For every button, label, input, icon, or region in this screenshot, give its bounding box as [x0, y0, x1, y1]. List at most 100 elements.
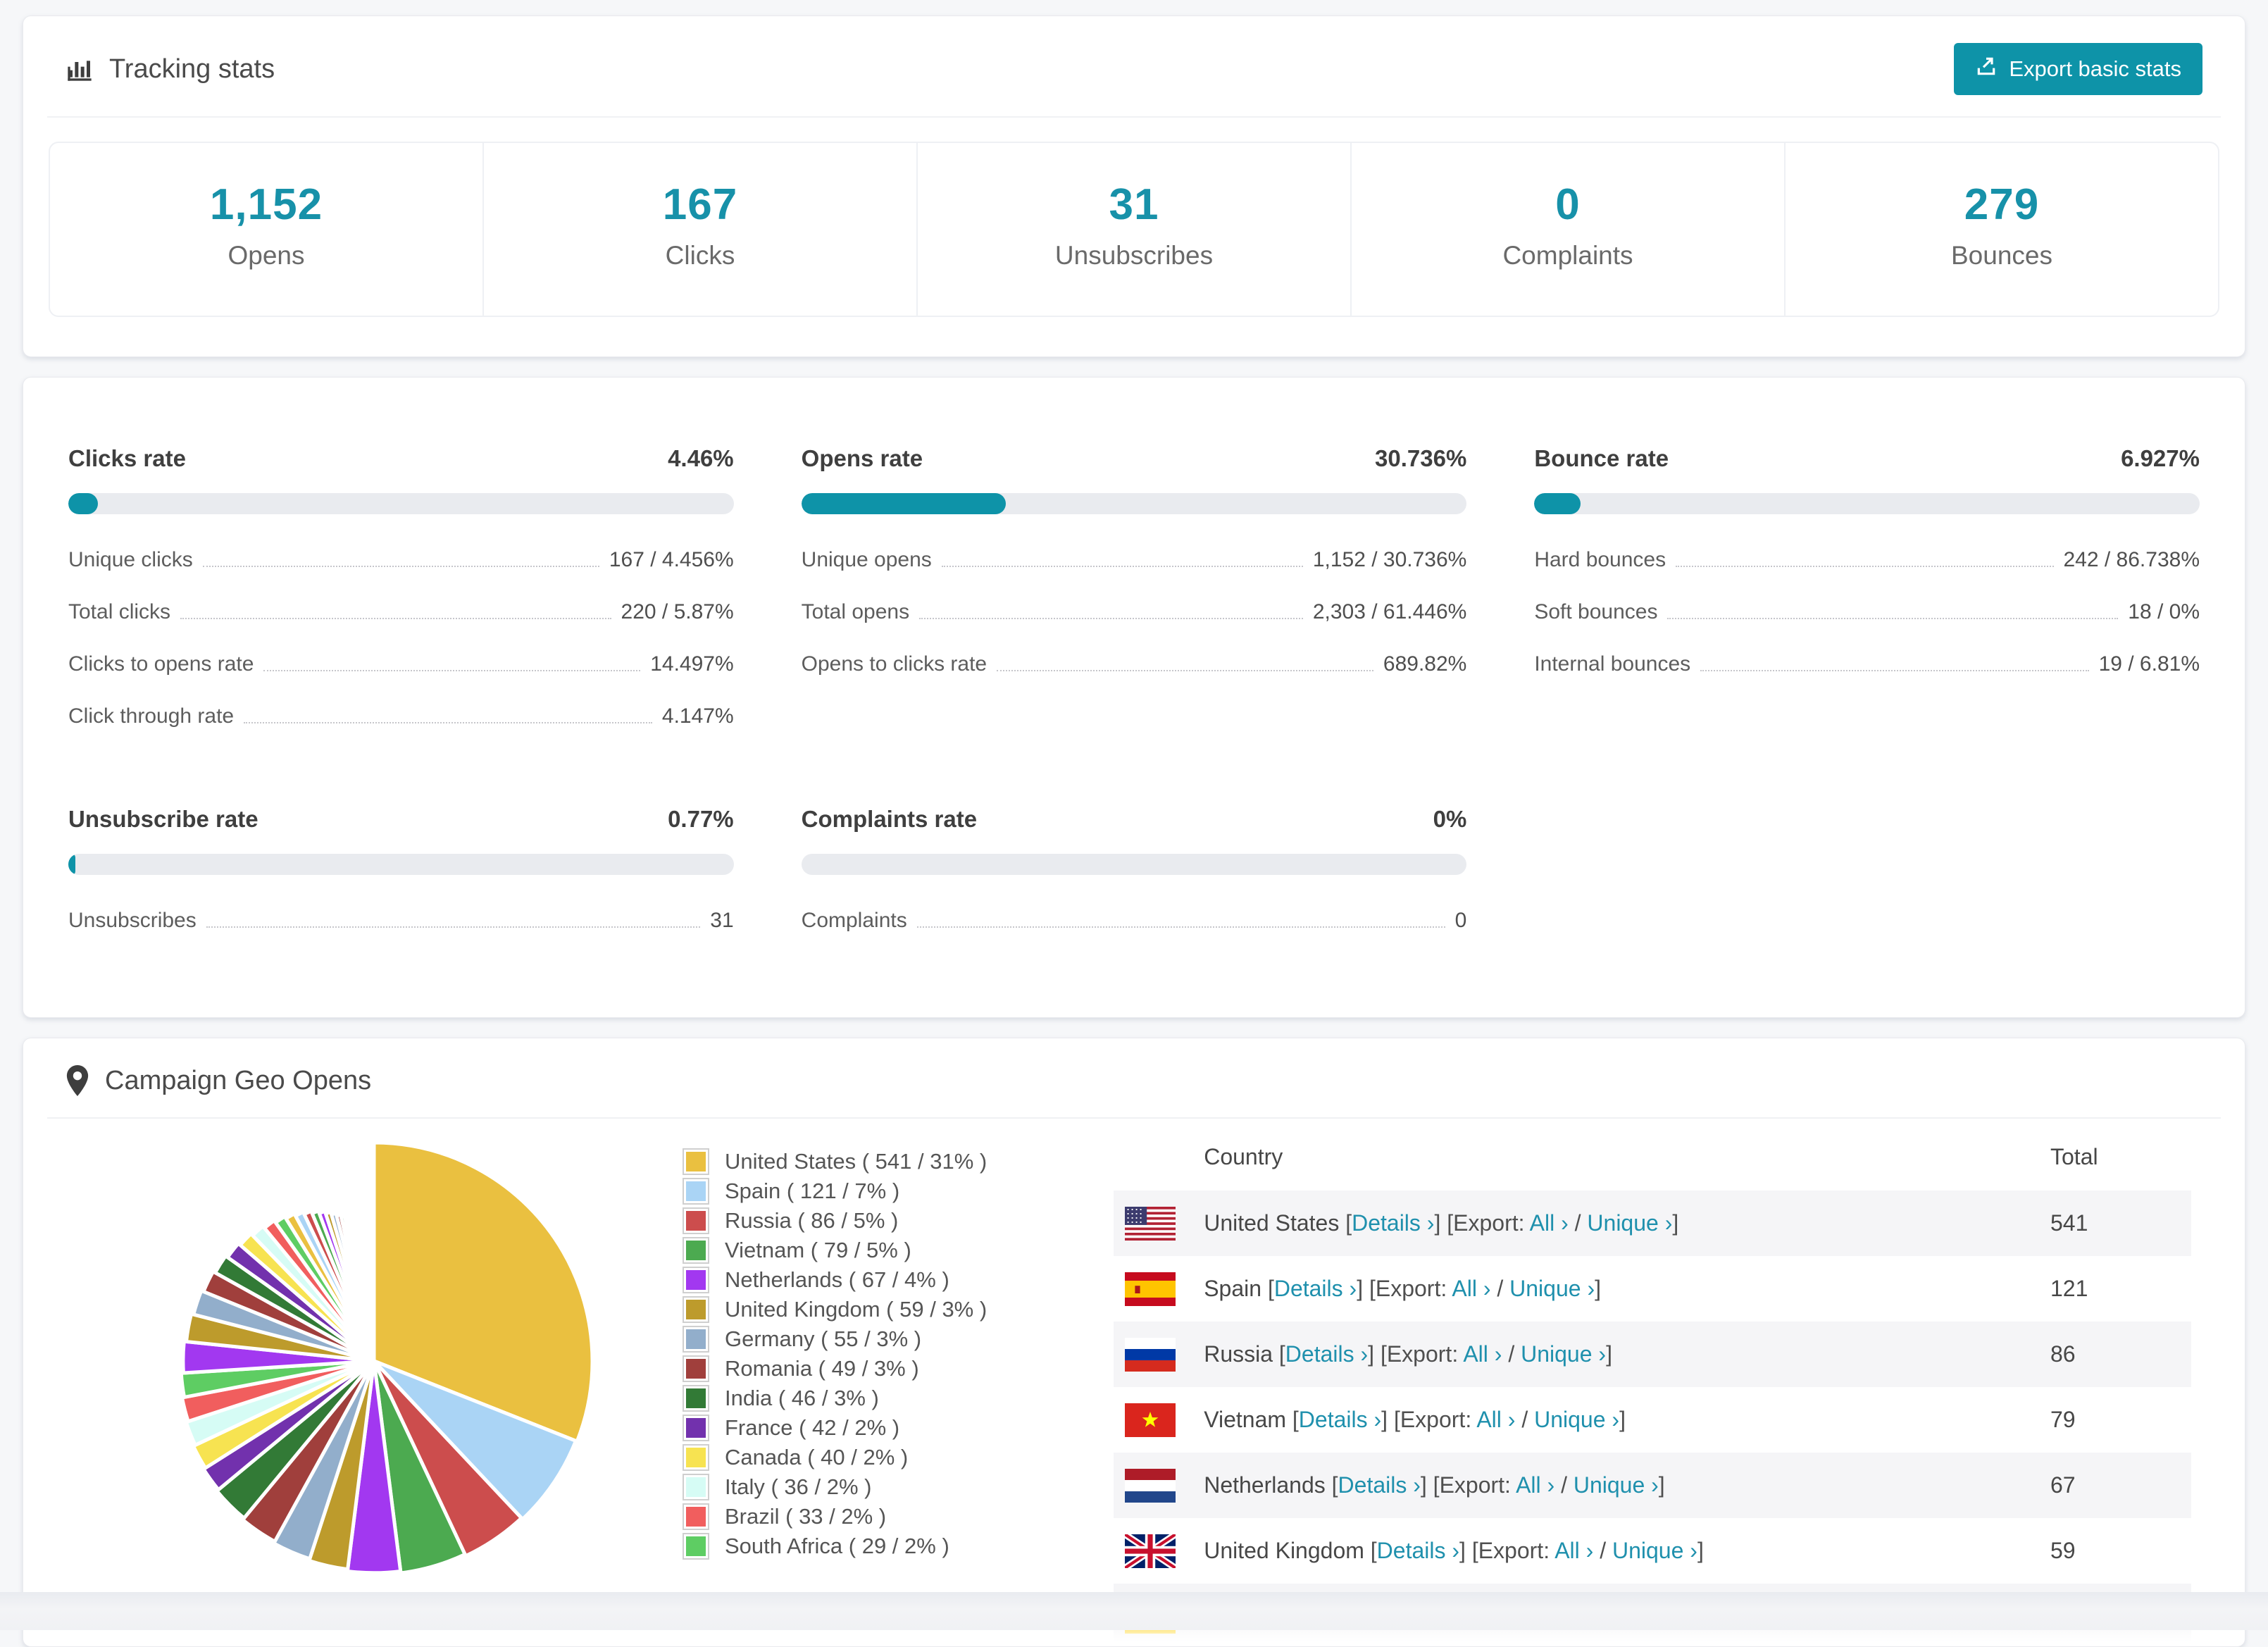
rate-row-value: 220 / 5.87% [621, 600, 734, 624]
slash: / [1515, 1407, 1534, 1432]
details-link[interactable]: Details › [1274, 1276, 1357, 1301]
legend-label: United States ( 541 / 31% ) [725, 1149, 987, 1174]
legend-label: Brazil ( 33 / 2% ) [725, 1504, 886, 1529]
export-prefix: ] [Export: [1434, 1210, 1529, 1236]
details-link[interactable]: Details › [1338, 1472, 1421, 1498]
rate-title: Bounce rate [1534, 445, 1669, 472]
rate-block-unsubscribe-rate: Unsubscribe rate0.77%Unsubscribes31 [68, 806, 734, 933]
stat-value: 31 [918, 180, 1350, 230]
legend-item: Brazil ( 33 / 2% ) [683, 1502, 987, 1531]
rate-title-row: Complaints rate0% [802, 806, 1467, 833]
dotted-leader [919, 618, 1303, 619]
stat-cell-clicks: 167Clicks [482, 143, 916, 316]
export-all-link[interactable]: All › [1463, 1341, 1502, 1367]
unsubscribe-rate-bar [68, 854, 734, 875]
bracket: [ [1345, 1210, 1352, 1236]
rate-row-label: Clicks to opens rate [68, 652, 254, 676]
legend-color-chip [683, 1237, 709, 1264]
bracket: [ [1268, 1276, 1274, 1301]
export-unique-link[interactable]: Unique › [1534, 1407, 1619, 1432]
rate-title-row: Unsubscribe rate0.77% [68, 806, 734, 833]
export-unique-link[interactable]: Unique › [1587, 1210, 1672, 1236]
table-row: United States [Details ›] [Export: All ›… [1114, 1191, 2191, 1256]
rate-row-label: Complaints [802, 909, 907, 933]
rate-title-row: Opens rate30.736% [802, 445, 1467, 472]
rate-row-value: 2,303 / 61.446% [1313, 600, 1467, 624]
export-unique-link[interactable]: Unique › [1612, 1538, 1697, 1563]
bracket: ] [1697, 1538, 1704, 1563]
details-link[interactable]: Details › [1352, 1210, 1434, 1236]
export-basic-stats-button[interactable]: Export basic stats [1954, 43, 2202, 95]
slash: / [1502, 1341, 1521, 1367]
rate-row: Total clicks220 / 5.87% [68, 600, 734, 624]
rate-rows: Unique clicks167 / 4.456% Total clicks220… [68, 548, 734, 728]
legend-label: India ( 46 / 3% ) [725, 1386, 879, 1411]
export-unique-link[interactable]: Unique › [1574, 1472, 1659, 1498]
bracket: ] [1606, 1341, 1612, 1367]
geo-pie-legend: United States ( 541 / 31% ) Spain ( 121 /… [683, 1147, 987, 1647]
legend-color-chip [683, 1503, 709, 1530]
rate-rows: Complaints0 [802, 909, 1467, 933]
tracking-stats-title: Tracking stats [66, 54, 275, 85]
export-prefix: ] [Export: [1368, 1341, 1463, 1367]
export-all-link[interactable]: All › [1516, 1472, 1554, 1498]
legend-label: France ( 42 / 2% ) [725, 1415, 899, 1441]
total-cell: 121 [2050, 1276, 2191, 1302]
rates-card: Clicks rate4.46%Unique clicks167 / 4.456… [23, 377, 2245, 1018]
rate-block-opens-rate: Opens rate30.736%Unique opens1,152 / 30.… [802, 445, 1467, 728]
export-unique-link[interactable]: Unique › [1509, 1276, 1595, 1301]
stat-label: Complaints [1352, 241, 1784, 271]
geo-header: Campaign Geo Opens [23, 1038, 2245, 1117]
dotted-leader [1667, 618, 2118, 619]
legend-item: France ( 42 / 2% ) [683, 1413, 987, 1443]
country-name: United States [1204, 1210, 1345, 1236]
rate-bar-fill [68, 493, 98, 514]
rate-row-value: 18 / 0% [2128, 600, 2200, 624]
country-name: Netherlands [1204, 1472, 1331, 1498]
ru-flag-icon [1125, 1338, 1176, 1372]
rate-row: Opens to clicks rate689.82% [802, 652, 1467, 676]
legend-label: Russia ( 86 / 5% ) [725, 1208, 898, 1233]
export-prefix: ] [Export: [1357, 1276, 1452, 1301]
rate-row-value: 242 / 86.738% [2064, 548, 2200, 572]
rate-value: 0.77% [668, 806, 734, 833]
geo-table: Country Total United States [Details ›] … [1114, 1123, 2191, 1647]
details-link[interactable]: Details › [1377, 1538, 1459, 1563]
bracket: ] [1595, 1276, 1601, 1301]
details-link[interactable]: Details › [1285, 1341, 1368, 1367]
details-link[interactable]: Details › [1299, 1407, 1381, 1432]
stat-label: Bounces [1786, 241, 2218, 271]
rate-row-value: 1,152 / 30.736% [1313, 548, 1467, 572]
stat-cell-bounces: 279Bounces [1784, 143, 2218, 316]
rate-row: Internal bounces19 / 6.81% [1534, 652, 2200, 676]
legend-label: Spain ( 121 / 7% ) [725, 1179, 899, 1204]
rate-value: 30.736% [1375, 445, 1466, 472]
legend-color-chip [683, 1415, 709, 1441]
rate-row: Hard bounces242 / 86.738% [1534, 548, 2200, 572]
vn-flag-icon [1125, 1403, 1176, 1437]
dotted-leader [203, 566, 599, 567]
export-unique-link[interactable]: Unique › [1521, 1341, 1606, 1367]
legend-color-chip [683, 1326, 709, 1353]
legend-label: Germany ( 55 / 3% ) [725, 1326, 921, 1352]
rate-block-complaints-rate: Complaints rate0% Complaints0 [802, 806, 1467, 933]
rate-row-label: Unsubscribes [68, 909, 197, 933]
legend-label: Canada ( 40 / 2% ) [725, 1445, 908, 1470]
export-all-link[interactable]: All › [1452, 1276, 1490, 1301]
legend-label: Italy ( 36 / 2% ) [725, 1474, 871, 1500]
export-all-link[interactable]: All › [1554, 1538, 1593, 1563]
bounce-rate-bar [1534, 493, 2200, 514]
legend-item: Italy ( 36 / 2% ) [683, 1472, 987, 1502]
legend-color-chip [683, 1178, 709, 1205]
rate-value: 4.46% [668, 445, 734, 472]
rates-grid: Clicks rate4.46%Unique clicks167 / 4.456… [68, 445, 2200, 933]
country-name: United Kingdom [1204, 1538, 1371, 1563]
geo-table-body: United States [Details ›] [Export: All ›… [1114, 1191, 2191, 1647]
rate-row: Unique clicks167 / 4.456% [68, 548, 734, 572]
export-all-link[interactable]: All › [1476, 1407, 1515, 1432]
stat-value: 167 [484, 180, 916, 230]
export-all-link[interactable]: All › [1530, 1210, 1569, 1236]
dotted-leader [206, 926, 701, 928]
dotted-leader [180, 618, 611, 619]
export-prefix: ] [Export: [1459, 1538, 1554, 1563]
